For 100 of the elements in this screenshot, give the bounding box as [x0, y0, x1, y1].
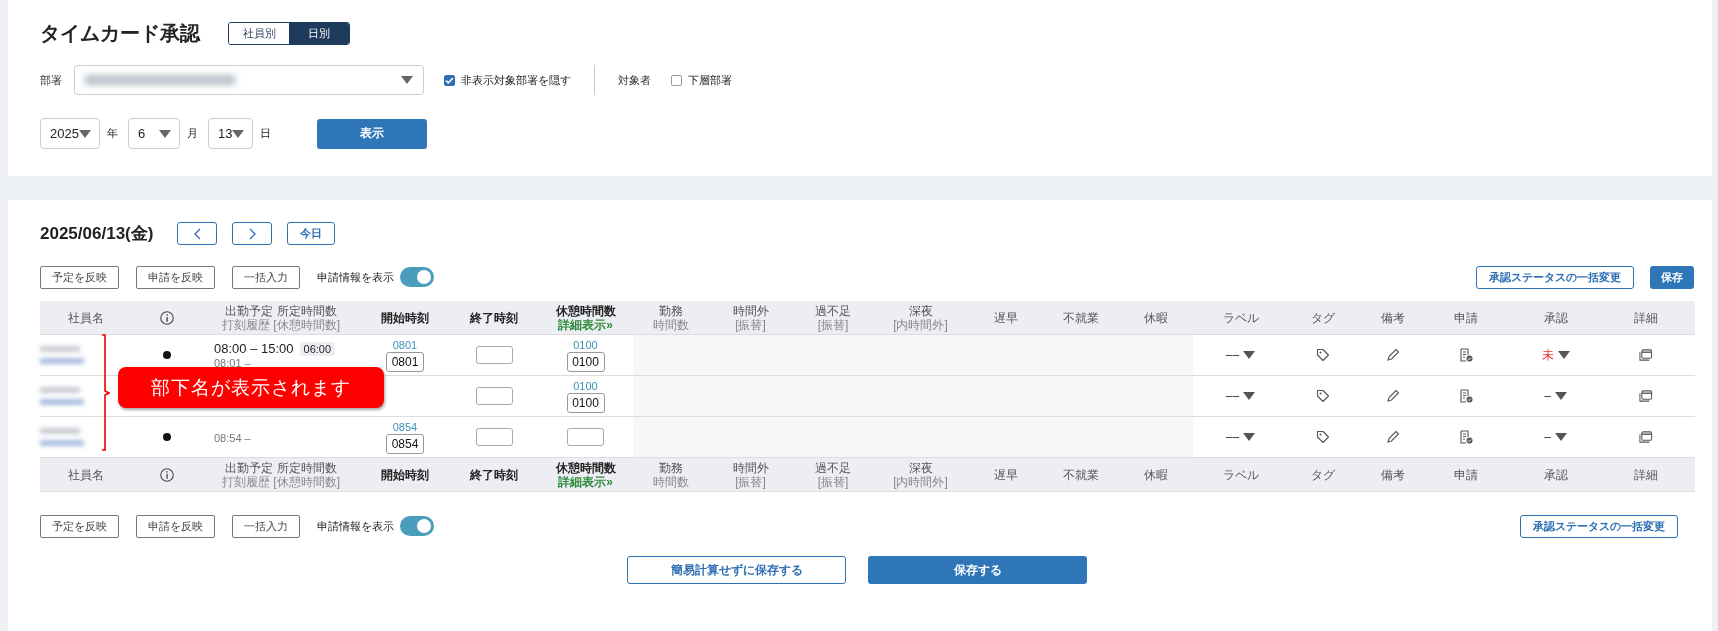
caret-icon — [1554, 433, 1567, 441]
column-header: 勤務 — [658, 303, 683, 318]
column-header: 深夜 — [908, 460, 933, 475]
toggle-switch[interactable] — [400, 267, 434, 287]
column-header: 詳細 — [1633, 467, 1658, 482]
column-header: 遅早 — [993, 467, 1018, 482]
label-select[interactable]: –– — [1225, 430, 1256, 444]
pencil-icon[interactable] — [1386, 430, 1400, 444]
column-header: 過不足 — [815, 460, 851, 475]
column-header: 遅早 — [993, 310, 1018, 325]
show-button[interactable]: 表示 — [317, 118, 427, 149]
checkbox[interactable] — [671, 74, 682, 86]
status-dot-icon — [163, 351, 171, 359]
save-without-calc-button[interactable]: 簡易計算せずに保存する — [627, 556, 846, 584]
date-select[interactable]: 6 — [128, 118, 180, 149]
action-button[interactable]: 予定を反映 — [40, 265, 119, 289]
column-header: 開始時刻 — [381, 310, 429, 325]
toggle-switch[interactable] — [400, 516, 434, 536]
action-button[interactable]: 予定を反映 — [40, 514, 119, 538]
column-header: 深夜 — [908, 303, 933, 318]
unit-label: 日 — [260, 126, 271, 141]
approval-select[interactable]: – — [1544, 430, 1567, 444]
unit-label: 月 — [187, 126, 198, 141]
action-button[interactable]: 一括入力 — [232, 265, 300, 289]
next-day-button[interactable] — [232, 222, 273, 245]
time-input[interactable] — [475, 346, 513, 364]
column-header: 過不足 — [815, 303, 851, 318]
unit-label: 年 — [107, 126, 118, 141]
column-header: 承認 — [1543, 310, 1568, 325]
time-input[interactable] — [567, 428, 604, 446]
column-header: 社員名 — [68, 310, 104, 325]
column-header: 休憩時間数 — [555, 303, 616, 318]
blurred-name — [40, 358, 84, 364]
today-button[interactable]: 今日 — [287, 222, 336, 245]
time-link[interactable]: 0801 — [392, 338, 418, 352]
tag-icon[interactable] — [1316, 389, 1330, 403]
detail-link[interactable]: 詳細表示» — [558, 474, 613, 489]
column-header: [振替] — [735, 474, 766, 489]
time-link[interactable]: 0854 — [392, 420, 418, 434]
column-header: 承認 — [1543, 467, 1568, 482]
document-check-icon[interactable] — [1458, 348, 1473, 362]
column-header: 申請 — [1453, 467, 1478, 482]
label-select[interactable]: –– — [1225, 389, 1256, 403]
time-input[interactable]: 0801 — [386, 351, 424, 372]
time-input[interactable]: 0100 — [566, 392, 605, 413]
column-header: 打刻履歴 [休憩時間数] — [222, 474, 340, 489]
pencil-icon[interactable] — [1386, 348, 1400, 362]
label-select[interactable]: –– — [1225, 348, 1256, 362]
time-input[interactable]: 0854 — [386, 433, 424, 454]
view-tab[interactable]: 日別 — [289, 23, 349, 44]
action-button[interactable]: 申請を反映 — [136, 265, 215, 289]
action-button[interactable]: 申請を反映 — [136, 514, 215, 538]
document-check-icon[interactable] — [1458, 430, 1473, 444]
window-icon[interactable] — [1638, 389, 1653, 403]
tag-icon[interactable] — [1316, 430, 1330, 444]
status-dot-icon — [163, 433, 171, 441]
action-button[interactable]: 一括入力 — [232, 514, 300, 538]
caret-icon — [1554, 392, 1567, 400]
time-link[interactable]: 0100 — [573, 379, 598, 393]
blurred-name — [40, 428, 80, 434]
column-header: 休憩時間数 — [555, 460, 616, 475]
chevron-right-icon — [248, 227, 256, 240]
time-link[interactable]: 0100 — [573, 338, 598, 352]
column-header: ラベル — [1222, 467, 1259, 482]
time-input[interactable]: 0100 — [566, 351, 605, 372]
column-header: 時間外 — [732, 303, 769, 318]
column-header: 備考 — [1381, 467, 1405, 482]
document-check-icon[interactable] — [1458, 389, 1473, 403]
clock-history: 08:54 – — [214, 431, 251, 444]
save-all-button[interactable]: 保存する — [868, 556, 1087, 584]
date-heading: 2025/06/13(金) — [40, 223, 154, 245]
column-header: 休暇 — [1143, 467, 1168, 482]
approval-select[interactable]: – — [1544, 389, 1567, 403]
column-header: 出勤予定 所定時間数 — [225, 460, 337, 475]
planned-time: 08:00 – 15:00 — [214, 341, 294, 356]
caret-icon — [1243, 433, 1256, 441]
window-icon[interactable] — [1638, 348, 1653, 362]
pencil-icon[interactable] — [1386, 389, 1400, 403]
time-input[interactable] — [475, 387, 513, 405]
window-icon[interactable] — [1638, 430, 1653, 444]
bulk-status-button[interactable]: 承認ステータスの一括変更 — [1476, 265, 1634, 289]
detail-link[interactable]: 詳細表示» — [558, 317, 613, 332]
previous-day-button[interactable] — [177, 222, 218, 245]
column-header: [振替] — [735, 317, 766, 332]
date-select[interactable]: 13 — [208, 118, 253, 149]
column-header: ラベル — [1222, 310, 1259, 325]
approval-select[interactable]: 未 — [1541, 346, 1570, 364]
chevron-left-icon — [193, 227, 201, 240]
save-button[interactable]: 保存 — [1650, 265, 1694, 289]
checkbox[interactable] — [444, 74, 455, 86]
column-header: 開始時刻 — [381, 467, 429, 482]
bulk-status-button[interactable]: 承認ステータスの一括変更 — [1520, 514, 1678, 538]
column-header: 不就業 — [1062, 310, 1099, 325]
caret-icon — [1557, 351, 1570, 359]
column-header: 終了時刻 — [470, 467, 518, 482]
scheduled-hours: 06:00 — [299, 341, 336, 356]
date-select[interactable]: 2025 — [40, 118, 100, 149]
time-input[interactable] — [475, 428, 513, 446]
caret-icon — [79, 129, 91, 138]
tag-icon[interactable] — [1316, 348, 1330, 362]
